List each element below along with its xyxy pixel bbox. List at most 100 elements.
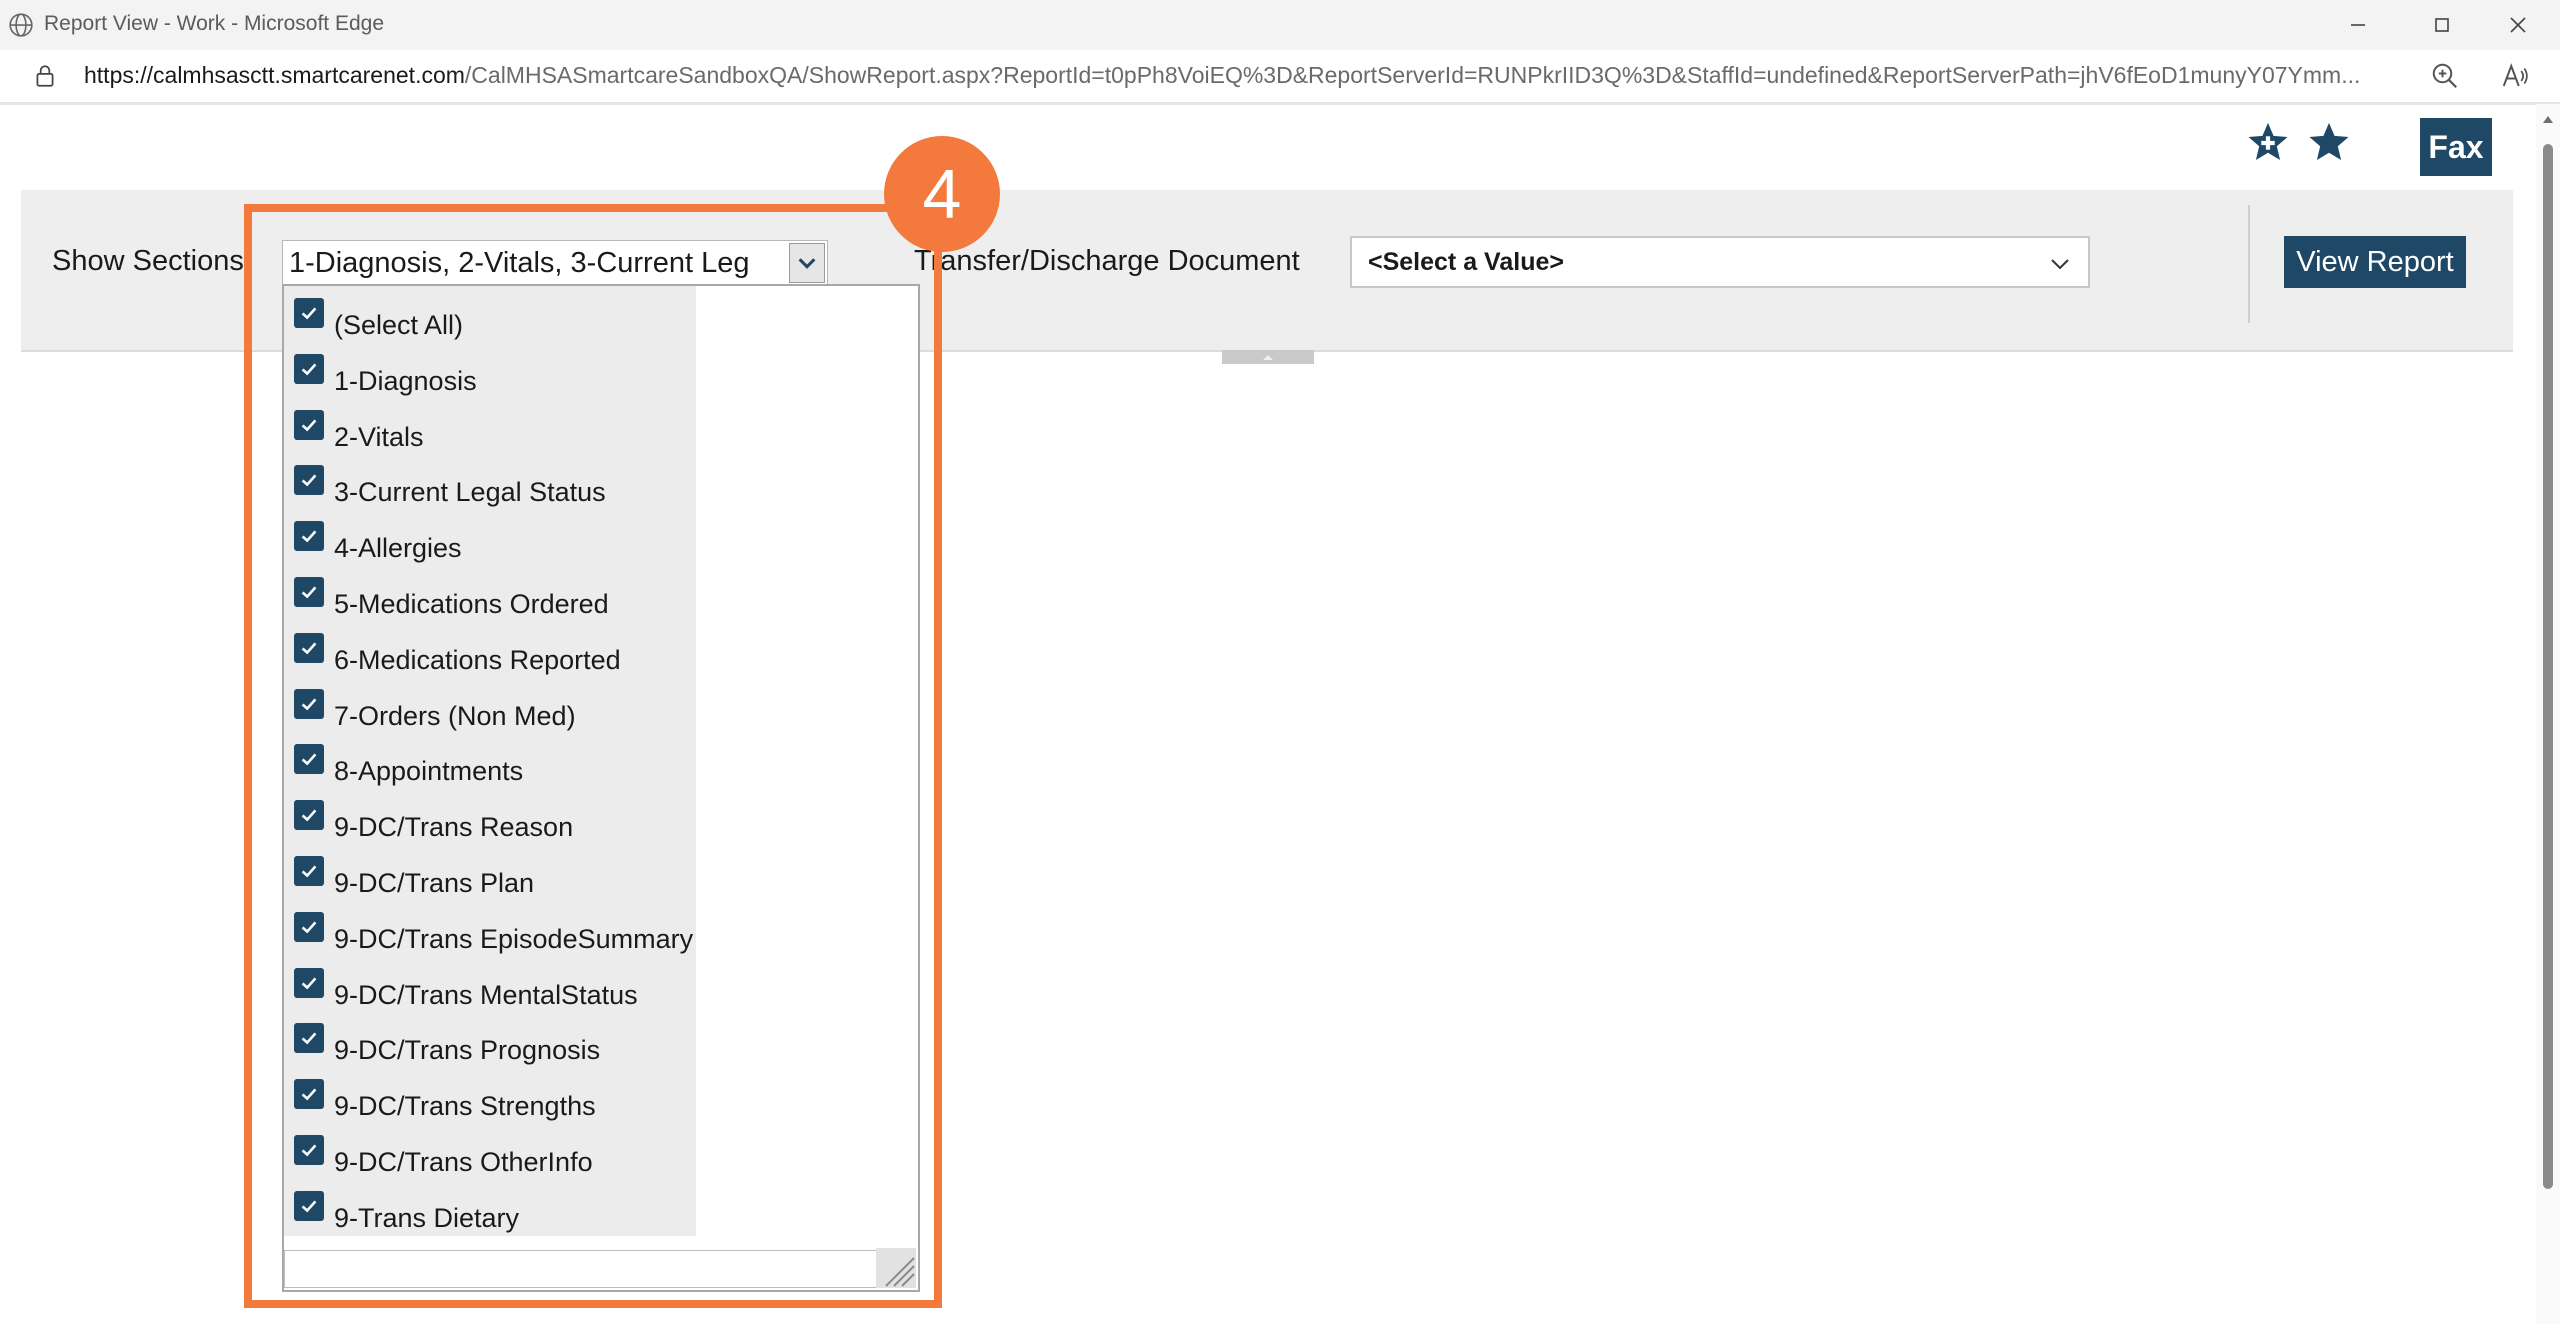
- item-checkbox[interactable]: [294, 298, 324, 328]
- chevron-down-icon: [2051, 259, 2069, 270]
- dropdown-item[interactable]: 9-DC/Trans Plan: [284, 848, 696, 904]
- transfer-discharge-value: <Select a Value>: [1368, 248, 1564, 276]
- maximize-icon: [2435, 18, 2449, 32]
- url-path: /CalMHSASmartcareSandboxQA/ShowReport.as…: [464, 62, 2361, 88]
- item-checkbox[interactable]: [294, 744, 324, 775]
- show-sections-dropdown-button[interactable]: [789, 243, 825, 283]
- chevron-up-icon: [1263, 355, 1273, 360]
- checkmark-icon: [301, 474, 317, 487]
- item-label: 8-Appointments: [334, 756, 524, 787]
- checkmark-icon: [301, 1088, 317, 1101]
- dropdown-item[interactable]: 9-DC/Trans Reason: [284, 792, 696, 848]
- checkmark-icon: [301, 698, 317, 710]
- dropdown-items: (Select All) 1-Diagnosis 2-Vitals 3-Current…: [284, 286, 696, 1236]
- dropdown-item[interactable]: (Select All): [284, 290, 696, 346]
- dropdown-footer: [284, 1250, 882, 1288]
- dropdown-item[interactable]: 6-Medications Reported: [284, 625, 696, 681]
- item-checkbox[interactable]: [294, 911, 324, 942]
- item-label: 9-DC/Trans EpisodeSummary: [334, 923, 694, 954]
- dropdown-item[interactable]: 9-DC/Trans MentalStatus: [284, 960, 696, 1016]
- dropdown-item[interactable]: 3-Current Legal Status: [284, 457, 696, 513]
- close-icon: [2510, 17, 2526, 33]
- dropdown-item[interactable]: 1-Diagnosis: [284, 346, 696, 402]
- item-checkbox[interactable]: [294, 856, 324, 886]
- checkmark-icon: [301, 363, 317, 376]
- item-label: 3-Current Legal Status: [334, 477, 606, 508]
- show-sections-select[interactable]: 1-Diagnosis, 2-Vitals, 3-Current Leg: [282, 240, 828, 286]
- favorite-star-icon[interactable]: [2306, 120, 2352, 166]
- maximize-button[interactable]: [2404, 0, 2480, 50]
- fax-button[interactable]: Fax: [2420, 118, 2492, 176]
- checkmark-icon: [301, 586, 317, 599]
- item-label: 4-Allergies: [334, 533, 462, 564]
- checkmark-icon: [301, 307, 317, 320]
- item-label: 1-Diagnosis: [334, 365, 477, 396]
- add-favorite-star-icon[interactable]: [2245, 120, 2291, 166]
- item-checkbox[interactable]: [294, 800, 324, 831]
- resize-grip-icon[interactable]: [876, 1248, 916, 1288]
- checkmark-icon: [301, 865, 317, 878]
- step-number-badge: 4: [884, 136, 1000, 252]
- address-bar[interactable]: https://calmhsasctt.smartcarenet.com/Cal…: [0, 50, 2560, 105]
- close-window-button[interactable]: [2480, 0, 2556, 50]
- item-checkbox[interactable]: [294, 521, 324, 552]
- show-sections-label: Show Sections: [52, 245, 244, 277]
- show-sections-value: 1-Diagnosis, 2-Vitals, 3-Current Leg: [289, 247, 750, 279]
- item-label: 9-Trans Dietary: [334, 1202, 520, 1233]
- dropdown-item[interactable]: 9-Trans Dietary: [284, 1183, 696, 1236]
- globe-icon: [9, 13, 33, 37]
- item-checkbox[interactable]: [294, 465, 324, 496]
- item-checkbox[interactable]: [294, 967, 324, 998]
- item-label: 7-Orders (Non Med): [334, 700, 576, 731]
- item-label: 5-Medications Ordered: [334, 589, 609, 619]
- item-label: (Select All): [334, 310, 464, 340]
- collapse-panel-toggle[interactable]: [1222, 350, 1314, 364]
- dropdown-item[interactable]: 2-Vitals: [284, 402, 696, 458]
- item-label: 9-DC/Trans Reason: [334, 812, 574, 843]
- chevron-down-icon: [798, 258, 816, 269]
- item-checkbox[interactable]: [294, 632, 324, 663]
- checkmark-icon: [301, 1144, 317, 1157]
- lock-icon[interactable]: [32, 63, 58, 89]
- scroll-up-icon[interactable]: [2542, 114, 2554, 124]
- item-checkbox[interactable]: [294, 409, 324, 440]
- checkmark-icon: [301, 809, 317, 822]
- dropdown-item[interactable]: 4-Allergies: [284, 513, 696, 569]
- dropdown-item[interactable]: 5-Medications Ordered: [284, 569, 696, 625]
- item-label: 2-Vitals: [334, 421, 424, 452]
- read-aloud-icon[interactable]: [2500, 61, 2530, 91]
- transfer-discharge-select[interactable]: <Select a Value>: [1350, 236, 2090, 288]
- dropdown-item[interactable]: 9-DC/Trans EpisodeSummary: [284, 904, 696, 960]
- page-scrollbar[interactable]: [2536, 104, 2560, 1324]
- item-checkbox[interactable]: [294, 1079, 324, 1110]
- minimize-button[interactable]: [2320, 0, 2396, 50]
- dropdown-item[interactable]: 9-DC/Trans OtherInfo: [284, 1127, 696, 1183]
- checkmark-icon: [301, 977, 317, 989]
- checkmark-icon: [301, 642, 317, 655]
- item-label: 9-DC/Trans OtherInfo: [334, 1147, 593, 1177]
- item-label: 9-DC/Trans Strengths: [334, 1091, 596, 1122]
- item-checkbox[interactable]: [294, 353, 324, 384]
- dropdown-item[interactable]: 8-Appointments: [284, 736, 696, 792]
- item-checkbox[interactable]: [294, 1023, 324, 1054]
- dropdown-item[interactable]: 9-DC/Trans Strengths: [284, 1071, 696, 1127]
- item-label: 9-DC/Trans MentalStatus: [334, 979, 638, 1010]
- zoom-icon[interactable]: [2430, 61, 2460, 91]
- dropdown-item[interactable]: 9-DC/Trans Prognosis: [284, 1015, 696, 1071]
- dropdown-item[interactable]: 7-Orders (Non Med): [284, 681, 696, 737]
- item-checkbox[interactable]: [294, 577, 324, 607]
- view-report-button[interactable]: View Report: [2284, 236, 2466, 288]
- panel-divider: [2248, 205, 2250, 323]
- transfer-discharge-label: Transfer/Discharge Document: [914, 245, 1300, 277]
- item-label: 9-DC/Trans Prognosis: [334, 1035, 601, 1066]
- scrollbar-thumb[interactable]: [2543, 144, 2553, 1189]
- item-checkbox[interactable]: [294, 1135, 324, 1165]
- checkmark-icon: [301, 530, 317, 543]
- item-label: 6-Medications Reported: [334, 644, 621, 675]
- item-checkbox[interactable]: [294, 1190, 324, 1221]
- url-host: https://calmhsasctt.smartcarenet.com: [84, 62, 465, 88]
- window-title: Report View - Work - Microsoft Edge: [44, 12, 384, 35]
- url-text[interactable]: https://calmhsasctt.smartcarenet.com/Cal…: [84, 62, 2384, 89]
- show-sections-dropdown-list[interactable]: (Select All) 1-Diagnosis 2-Vitals 3-Current…: [282, 284, 920, 1292]
- item-checkbox[interactable]: [294, 688, 324, 719]
